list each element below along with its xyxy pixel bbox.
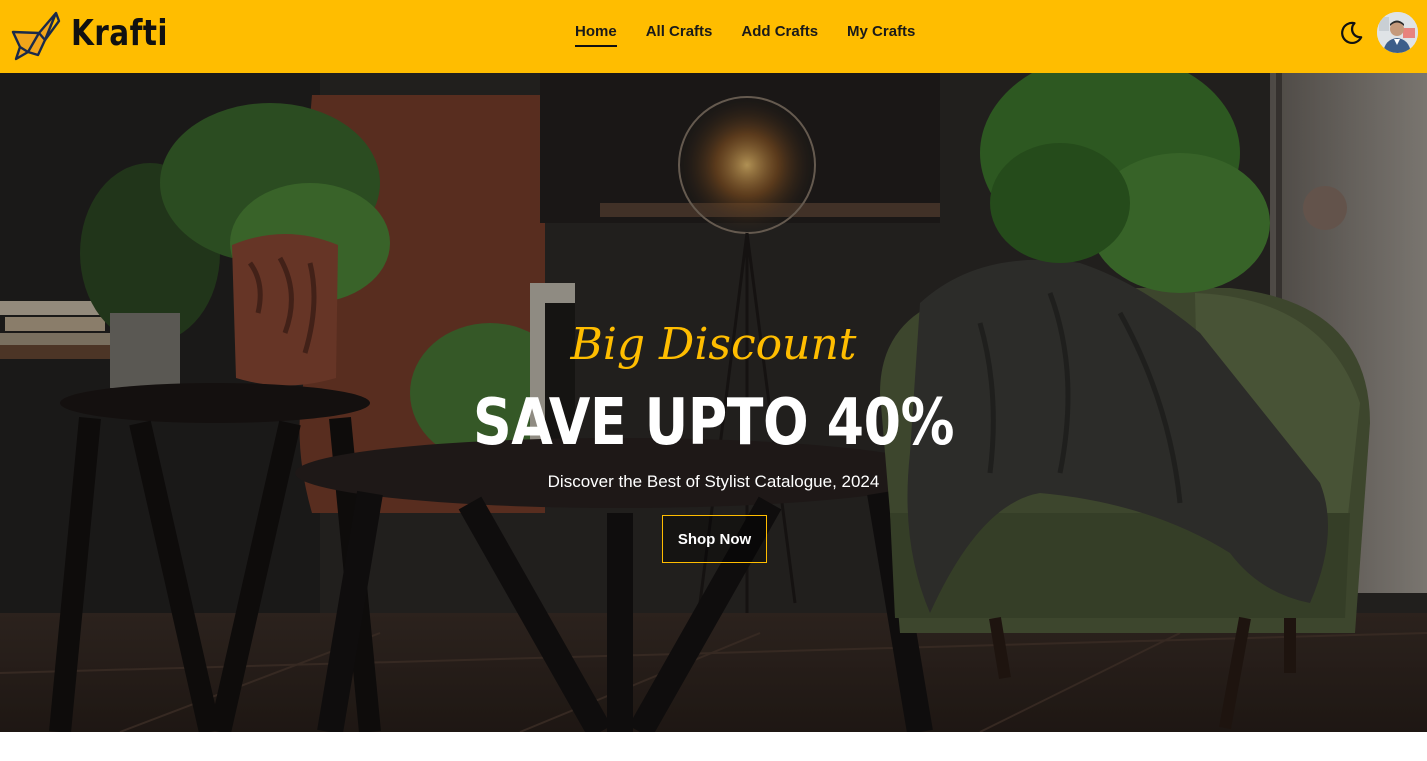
hero-tagline: Big Discount	[570, 319, 857, 370]
nav-link-home[interactable]: Home	[575, 22, 617, 47]
origami-bird-icon[interactable]	[10, 9, 62, 63]
avatar-image	[1377, 12, 1418, 53]
hero-headline: SAVE UPTO 40%	[472, 386, 955, 460]
main-nav: Home All Crafts Add Crafts My Crafts	[575, 22, 915, 47]
hero-subline: Discover the Best of Stylist Catalogue, …	[547, 472, 880, 491]
hero-banner: Big Discount SAVE UPTO 40% Discover the …	[0, 73, 1427, 732]
nav-link-all-crafts[interactable]: All Crafts	[646, 22, 713, 47]
brand-name[interactable]: Krafti	[71, 12, 168, 56]
user-avatar[interactable]	[1377, 12, 1418, 53]
moon-icon[interactable]	[1338, 20, 1364, 46]
nav-link-add-crafts[interactable]: Add Crafts	[741, 22, 818, 47]
navbar: Krafti Home All Crafts Add Crafts My Cra…	[0, 0, 1427, 73]
hero-content: Big Discount SAVE UPTO 40% Discover the …	[0, 73, 1427, 732]
shop-now-button[interactable]: Shop Now	[662, 515, 767, 563]
nav-link-my-crafts[interactable]: My Crafts	[847, 22, 915, 47]
